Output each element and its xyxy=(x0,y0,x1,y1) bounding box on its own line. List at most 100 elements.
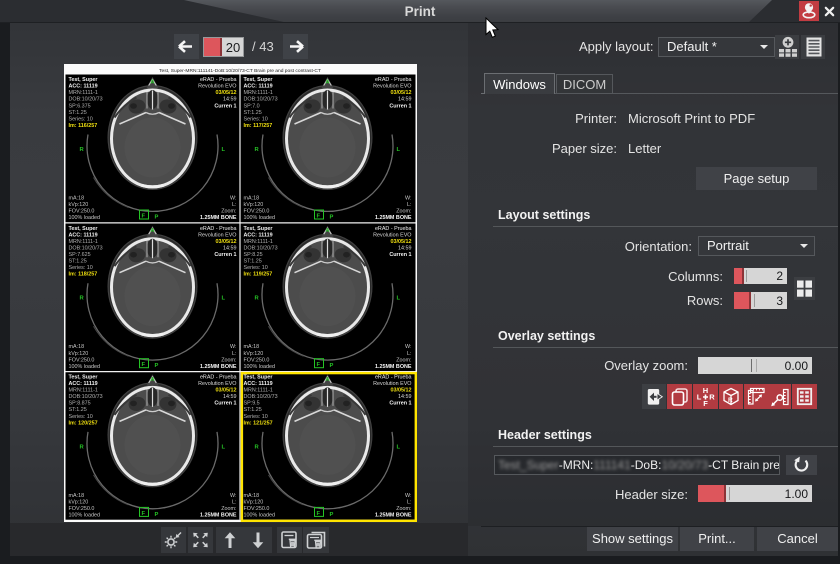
svg-text:Curren 1: Curren 1 xyxy=(389,103,411,109)
svg-text:Im: 118/257: Im: 118/257 xyxy=(69,272,98,278)
svg-text:Zoom:: Zoom: xyxy=(221,209,236,215)
svg-text:MRN:1111-1: MRN:1111-1 xyxy=(244,90,273,96)
svg-text:L: L xyxy=(397,147,401,153)
svg-text:L:: L: xyxy=(232,351,237,357)
svg-text:ACC: 11119: ACC: 11119 xyxy=(69,381,98,387)
svg-text:Test, Super: Test, Super xyxy=(69,375,99,381)
svg-text:W:: W: xyxy=(230,493,237,499)
svg-text:SP:8.25: SP:8.25 xyxy=(244,252,263,258)
svg-text:03/05/12: 03/05/12 xyxy=(391,388,412,394)
svg-text:L: L xyxy=(222,296,226,302)
svg-text:14:59: 14:59 xyxy=(398,245,412,251)
svg-text:1.25MM BONE: 1.25MM BONE xyxy=(375,513,412,519)
svg-text:Revolution EVO: Revolution EVO xyxy=(198,381,236,387)
svg-text:R: R xyxy=(728,397,733,404)
svg-text:P: P xyxy=(330,512,334,518)
svg-text:MRN:1111-1: MRN:1111-1 xyxy=(69,90,98,96)
svg-text:ACC: 11119: ACC: 11119 xyxy=(244,381,273,387)
svg-text:H: H xyxy=(703,386,708,395)
svg-text:Revolution EVO: Revolution EVO xyxy=(373,381,411,387)
svg-text:MRN:1111-1: MRN:1111-1 xyxy=(244,239,273,245)
svg-text:ACC: 11119: ACC: 11119 xyxy=(244,84,273,90)
svg-text:Revolution EVO: Revolution EVO xyxy=(373,84,411,90)
svg-text:mA:18: mA:18 xyxy=(244,493,260,499)
svg-text:L:: L: xyxy=(232,500,237,506)
svg-text:kVp:120: kVp:120 xyxy=(69,351,89,357)
svg-text:100% loaded: 100% loaded xyxy=(69,364,100,370)
svg-text:ST:1.25: ST:1.25 xyxy=(244,110,262,116)
svg-text:Test, Super: Test, Super xyxy=(244,226,274,232)
svg-text:kVp:120: kVp:120 xyxy=(69,500,89,506)
svg-text:Im: 121/257: Im: 121/257 xyxy=(244,420,273,426)
svg-text:SP:9.5: SP:9.5 xyxy=(244,401,260,407)
svg-text:F: F xyxy=(317,362,321,368)
svg-text:Series: 10: Series: 10 xyxy=(69,116,93,122)
svg-text:L:: L: xyxy=(232,202,237,208)
svg-text:P: P xyxy=(155,215,159,221)
svg-text:14:59: 14:59 xyxy=(223,394,237,400)
svg-text:L: L xyxy=(397,296,401,302)
svg-text:DOB:10/20/73: DOB:10/20/73 xyxy=(244,394,278,400)
svg-text:F: F xyxy=(317,214,321,220)
svg-text:100% loaded: 100% loaded xyxy=(244,513,275,519)
svg-text:Series: 10: Series: 10 xyxy=(244,265,268,271)
svg-text:eRAD - Prueba: eRAD - Prueba xyxy=(200,226,237,232)
svg-text:Curren 1: Curren 1 xyxy=(389,252,411,258)
svg-text:Im: 116/257: Im: 116/257 xyxy=(69,123,98,129)
svg-text:Curren 1: Curren 1 xyxy=(214,401,236,407)
svg-text:03/05/12: 03/05/12 xyxy=(391,239,412,245)
svg-text:eRAD - Prueba: eRAD - Prueba xyxy=(375,226,412,232)
svg-text:Zoom:: Zoom: xyxy=(221,357,236,363)
svg-text:Curren 1: Curren 1 xyxy=(214,252,236,258)
svg-text:Im: 120/257: Im: 120/257 xyxy=(69,420,98,426)
svg-text:03/05/12: 03/05/12 xyxy=(391,90,412,96)
svg-text:kVp:120: kVp:120 xyxy=(244,351,264,357)
svg-text:Revolution EVO: Revolution EVO xyxy=(373,232,411,238)
svg-text:kVp:120: kVp:120 xyxy=(244,500,264,506)
svg-text:kVp:120: kVp:120 xyxy=(69,202,89,208)
svg-text:100% loaded: 100% loaded xyxy=(244,364,275,370)
svg-text:L: L xyxy=(222,444,226,450)
svg-text:eRAD - Prueba: eRAD - Prueba xyxy=(200,77,237,83)
svg-text:Zoom:: Zoom: xyxy=(396,506,411,512)
svg-text:F: F xyxy=(142,362,146,368)
svg-text:W:: W: xyxy=(405,344,412,350)
svg-text:L: L xyxy=(222,147,226,153)
svg-text:DOB:10/20/73: DOB:10/20/73 xyxy=(69,97,103,103)
svg-text:ST:1.25: ST:1.25 xyxy=(244,259,262,265)
svg-text:DOB:10/20/73: DOB:10/20/73 xyxy=(244,245,278,251)
svg-text:Series: 10: Series: 10 xyxy=(244,414,268,420)
svg-text:L: L xyxy=(697,393,702,402)
svg-text:L:: L: xyxy=(407,500,412,506)
svg-text:MRN:1111-1: MRN:1111-1 xyxy=(69,388,98,394)
svg-text:ACC: 11119: ACC: 11119 xyxy=(69,232,98,238)
svg-text:DOB:10/20/73: DOB:10/20/73 xyxy=(69,245,103,251)
svg-text:03/05/12: 03/05/12 xyxy=(216,239,237,245)
svg-text:SP:7.0: SP:7.0 xyxy=(244,103,260,109)
svg-text:mA:18: mA:18 xyxy=(69,344,85,350)
svg-text:Test, Super: Test, Super xyxy=(69,226,99,232)
svg-text:14:59: 14:59 xyxy=(223,245,237,251)
svg-text:Im: 117/257: Im: 117/257 xyxy=(244,123,273,129)
svg-text:ST:1.25: ST:1.25 xyxy=(69,407,87,413)
svg-text:1.25MM BONE: 1.25MM BONE xyxy=(200,513,237,519)
svg-text:eRAD - Prueba: eRAD - Prueba xyxy=(200,375,237,381)
svg-text:1.25MM BONE: 1.25MM BONE xyxy=(375,364,412,370)
svg-text:P: P xyxy=(155,363,159,369)
svg-text:kVp:120: kVp:120 xyxy=(244,202,264,208)
svg-text:mA:18: mA:18 xyxy=(69,493,85,499)
svg-text:MRN:1111-1: MRN:1111-1 xyxy=(244,388,273,394)
svg-text:P: P xyxy=(330,363,334,369)
svg-text:Revolution EVO: Revolution EVO xyxy=(198,84,236,90)
svg-text:FOV:250.0: FOV:250.0 xyxy=(69,357,95,363)
svg-text:Series: 10: Series: 10 xyxy=(244,116,268,122)
svg-text:Curren 1: Curren 1 xyxy=(214,103,236,109)
svg-text:ST:1.25: ST:1.25 xyxy=(69,259,87,265)
svg-text:eRAD - Prueba: eRAD - Prueba xyxy=(375,375,412,381)
svg-text:Im: 119/257: Im: 119/257 xyxy=(244,272,273,278)
svg-text:100% loaded: 100% loaded xyxy=(244,215,275,221)
svg-text:100% loaded: 100% loaded xyxy=(69,513,100,519)
svg-text:FOV:250.0: FOV:250.0 xyxy=(69,506,95,512)
svg-text:F: F xyxy=(317,511,321,517)
svg-text:Test, Super: Test, Super xyxy=(244,375,274,381)
